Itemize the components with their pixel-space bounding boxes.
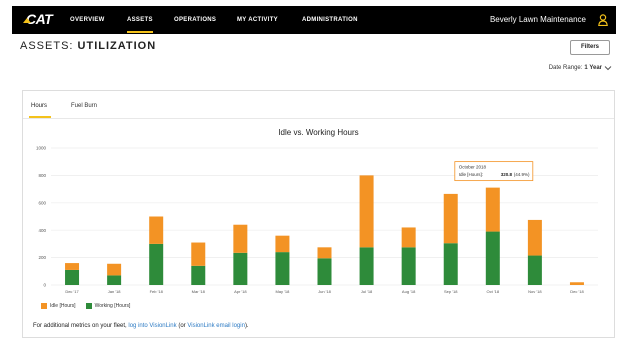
y-tick-label: 800 xyxy=(38,173,46,178)
legend-label-working: Working [Hours] xyxy=(94,303,131,309)
nav-item-operations[interactable]: OPERATIONS xyxy=(174,6,216,34)
nav-item-administration[interactable]: ADMINISTRATION xyxy=(302,6,358,34)
bar-working[interactable] xyxy=(149,243,164,285)
tooltip-percent: (44.9%) xyxy=(514,172,530,177)
legend-item-idle[interactable]: Idle [Hours] xyxy=(41,303,76,309)
x-tick-label: Oct '18 xyxy=(487,289,500,294)
tooltip-title: October 2018 xyxy=(459,165,487,170)
cat-logo-triangle-icon xyxy=(23,18,31,23)
nav-item-my-activity[interactable]: MY ACTIVITY xyxy=(237,6,278,34)
bar-idle[interactable] xyxy=(443,193,458,244)
account-name[interactable]: Beverly Lawn Maintenance xyxy=(490,6,586,34)
chevron-down-icon xyxy=(604,66,612,71)
bar-idle[interactable] xyxy=(359,175,374,248)
utilization-card: Hours Fuel Burn Idle vs. Working Hours 0… xyxy=(22,90,615,338)
y-tick-label: 200 xyxy=(38,255,46,260)
bar-working[interactable] xyxy=(275,252,290,285)
footer-middle-text: (or xyxy=(178,323,186,329)
nav-item-overview[interactable]: OVERVIEW xyxy=(70,6,105,34)
page-title-main: UTILIZATION xyxy=(77,40,157,52)
user-icon[interactable] xyxy=(598,14,608,26)
bar-working[interactable] xyxy=(107,275,122,285)
bar-working[interactable] xyxy=(65,269,80,285)
x-tick-label: Mar '18 xyxy=(192,289,206,294)
top-navigation-bar: CAT OVERVIEW ASSETS OPERATIONS MY ACTIVI… xyxy=(12,6,616,34)
x-tick-label: Sep '18 xyxy=(444,289,458,294)
bar-working[interactable] xyxy=(317,258,332,285)
bar-idle[interactable] xyxy=(485,187,500,232)
bar-idle[interactable] xyxy=(275,235,290,253)
x-tick-label: Dec '17 xyxy=(65,289,79,294)
legend-swatch-working xyxy=(85,303,92,309)
bar-idle[interactable] xyxy=(107,263,122,276)
bar-working[interactable] xyxy=(359,247,374,285)
footer-note: For additional metrics on your fleet, lo… xyxy=(33,323,249,329)
x-tick-label: Nov '18 xyxy=(528,289,542,294)
bar-idle[interactable] xyxy=(401,227,416,248)
y-tick-label: 400 xyxy=(38,228,46,233)
x-tick-label: Dec '18 xyxy=(570,289,584,294)
bar-idle[interactable] xyxy=(191,242,206,266)
bar-idle[interactable] xyxy=(149,216,164,244)
footer-text: For additional metrics on your fleet, xyxy=(33,323,127,329)
idle-vs-working-chart: 0 200 400 600 800 1000 Dec '17 Jan '18 Feb '18 Ma… xyxy=(36,146,598,294)
x-tick-label: Apr '18 xyxy=(234,289,247,294)
tooltip-value: 320.8 xyxy=(501,172,513,177)
footer-end-text: ). xyxy=(244,323,249,329)
bar-working[interactable] xyxy=(485,231,500,285)
bar-working[interactable] xyxy=(443,243,458,285)
x-tick-label: Feb '18 xyxy=(150,289,164,294)
filters-button[interactable]: Filters xyxy=(570,40,610,55)
bar-working[interactable] xyxy=(401,247,416,285)
page-title: ASSETS: UTILIZATION xyxy=(20,40,156,52)
y-tick-label: 600 xyxy=(38,200,46,205)
date-range-value: 1 Year xyxy=(584,65,602,71)
bar-idle[interactable] xyxy=(569,282,584,285)
x-tick-label: Jan '18 xyxy=(108,289,122,294)
bar-idle[interactable] xyxy=(527,219,542,256)
visionlink-email-login-link[interactable]: VisionLink email login xyxy=(187,323,245,329)
bar-working[interactable] xyxy=(233,252,248,285)
bar-idle[interactable] xyxy=(233,224,248,253)
bar-idle[interactable] xyxy=(317,247,332,259)
nav-item-assets[interactable]: ASSETS xyxy=(127,6,153,34)
bar-working[interactable] xyxy=(527,255,542,285)
visionlink-login-link[interactable]: log into VisionLink xyxy=(128,323,176,329)
page-title-prefix: ASSETS: xyxy=(20,40,74,52)
tooltip-label: Idle [Hours]: xyxy=(459,172,483,177)
x-tick-label: Aug '18 xyxy=(402,289,416,294)
bar-idle[interactable] xyxy=(65,263,80,270)
x-tick-label: Jul '18 xyxy=(361,289,373,294)
chart-legend: Idle [Hours] Working [Hours] xyxy=(41,303,130,309)
chart-tooltip: October 2018 Idle [Hours]: 320.8 (44.9%) xyxy=(454,161,534,182)
legend-swatch-idle xyxy=(41,303,47,309)
x-tick-label: Jun '18 xyxy=(318,289,332,294)
y-tick-label: 1000 xyxy=(36,146,47,151)
legend-item-working[interactable]: Working [Hours] xyxy=(85,303,131,309)
date-range-selector[interactable]: Date Range: 1 Year xyxy=(549,65,612,71)
date-range-label: Date Range: xyxy=(548,65,583,71)
y-tick-label: 0 xyxy=(43,283,46,288)
x-tick-label: May '18 xyxy=(275,289,290,294)
legend-label-idle: Idle [Hours] xyxy=(50,303,76,309)
bar-working[interactable] xyxy=(191,265,206,285)
